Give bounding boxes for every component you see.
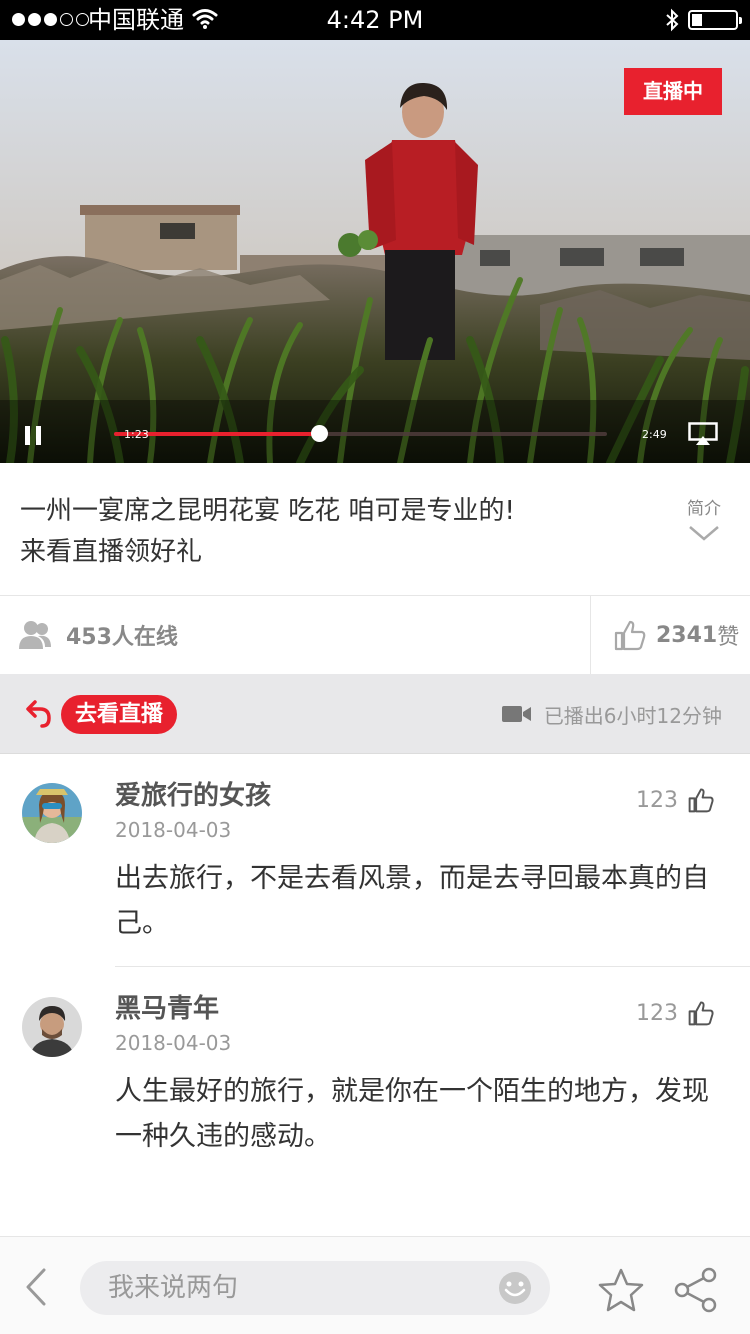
online-count: 453人在线 bbox=[18, 596, 178, 674]
progress-bar[interactable] bbox=[114, 425, 607, 442]
program-title: 一州一宴席之昆明花宴 吃花 咱可是专业的! 来看直播领好礼 bbox=[20, 491, 620, 573]
bottom-toolbar bbox=[0, 1236, 750, 1334]
divider bbox=[115, 966, 750, 967]
emoji-icon[interactable] bbox=[497, 1270, 533, 1306]
stats-row: 453人在线 2341 赞 bbox=[0, 596, 750, 674]
comment-date: 2018-04-03 bbox=[115, 1031, 232, 1055]
thumbs-up-icon bbox=[688, 1001, 714, 1026]
comment-like-count: 123 bbox=[636, 787, 678, 813]
battery-icon bbox=[688, 10, 742, 30]
live-badge: 直播中 bbox=[624, 68, 722, 115]
commenter-name[interactable]: 黑马青年 bbox=[115, 994, 219, 1024]
likes-count: 2341 bbox=[656, 622, 718, 648]
video-player[interactable]: 直播中 1:23 2:49 bbox=[0, 40, 750, 463]
comment-item: 爱旅行的女孩 2018-04-03 123 出去旅行，不是去看风景，而是去寻回最… bbox=[0, 755, 750, 967]
chevron-down-icon bbox=[689, 526, 719, 541]
commenter-name[interactable]: 爱旅行的女孩 bbox=[115, 781, 271, 811]
thumbs-up-icon bbox=[688, 788, 714, 813]
online-count-text: 453人在线 bbox=[66, 625, 178, 650]
comment-item: 黑马青年 2018-04-03 123 人生最好的旅行，就是你在一个陌生的地方，… bbox=[0, 968, 750, 1180]
airplay-icon[interactable] bbox=[688, 422, 718, 446]
go-to-live-button[interactable]: 去看直播 bbox=[61, 695, 178, 734]
users-icon bbox=[19, 621, 51, 649]
live-bar: 去看直播 已播出6小时12分钟 bbox=[0, 674, 750, 754]
title-line-2: 来看直播领好礼 bbox=[20, 537, 203, 567]
clock: 4:42 PM bbox=[326, 6, 424, 34]
comment-input[interactable] bbox=[80, 1261, 550, 1315]
comment-text: 出去旅行，不是去看风景，而是去寻回最本真的自己。 bbox=[115, 863, 709, 939]
share-icon[interactable] bbox=[673, 1267, 719, 1313]
aired-text: 已播出6小时12分钟 bbox=[543, 703, 722, 728]
like-button[interactable]: 2341 赞 bbox=[614, 596, 739, 674]
intro-toggle-button[interactable]: 简介 bbox=[680, 499, 728, 541]
comment-like-button[interactable]: 123 bbox=[636, 787, 714, 813]
avatar[interactable] bbox=[22, 997, 82, 1057]
current-time: 1:23 bbox=[124, 428, 149, 441]
return-arrow-icon[interactable] bbox=[26, 700, 52, 728]
intro-label: 简介 bbox=[687, 499, 721, 519]
likes-unit: 赞 bbox=[717, 625, 740, 650]
thumbs-up-icon bbox=[614, 620, 646, 651]
total-time: 2:49 bbox=[642, 428, 667, 441]
back-chevron-icon[interactable] bbox=[24, 1267, 48, 1307]
bluetooth-icon bbox=[666, 8, 679, 32]
comment-like-button[interactable]: 123 bbox=[636, 1000, 714, 1026]
star-icon[interactable] bbox=[597, 1267, 645, 1313]
title-line-1: 一州一宴席之昆明花宴 吃花 咱可是专业的! bbox=[20, 496, 515, 526]
video-camera-icon bbox=[501, 706, 531, 722]
title-section: 一州一宴席之昆明花宴 吃花 咱可是专业的! 来看直播领好礼 简介 bbox=[0, 463, 750, 596]
comment-like-count: 123 bbox=[636, 1000, 678, 1026]
progress-handle[interactable] bbox=[310, 425, 328, 442]
divider bbox=[590, 596, 591, 674]
comment-date: 2018-04-03 bbox=[115, 818, 232, 842]
comment-text: 人生最好的旅行，就是你在一个陌生的地方，发现一种久违的感动。 bbox=[115, 1076, 709, 1152]
avatar[interactable] bbox=[22, 783, 82, 843]
pause-icon[interactable] bbox=[25, 426, 43, 445]
aired-duration: 已播出6小时12分钟 bbox=[501, 674, 722, 754]
status-bar: 中国联通 4:42 PM bbox=[0, 0, 750, 40]
